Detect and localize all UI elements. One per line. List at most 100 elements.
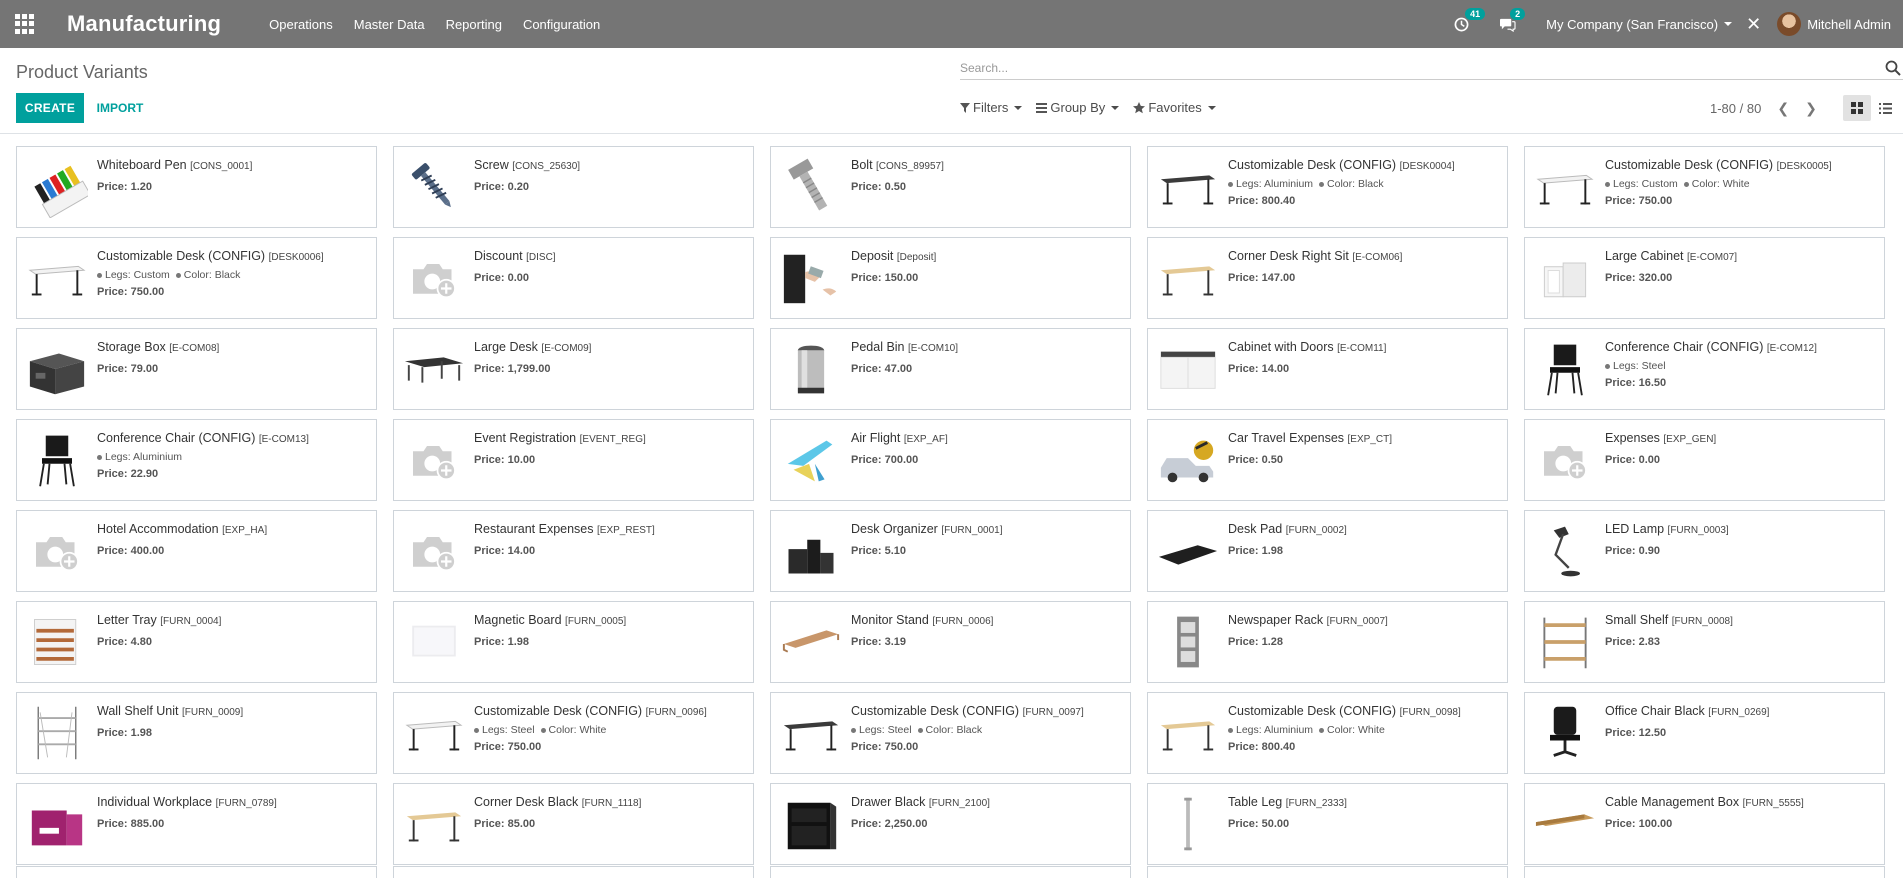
- apps-menu-icon[interactable]: [15, 14, 35, 34]
- product-title: Deposit [Deposit]: [851, 248, 1122, 266]
- product-card[interactable]: Office Chair Black [FURN_0269] Price: 12.…: [1524, 692, 1885, 774]
- product-name: Newspaper Rack: [1228, 613, 1324, 627]
- placeholder-icon: [1533, 428, 1597, 492]
- shelf-icon: [1533, 610, 1597, 674]
- product-card[interactable]: Newspaper Rack [FURN_0007] Price: 1.28: [1147, 601, 1508, 683]
- pager-value[interactable]: 1-80 / 80: [1710, 101, 1761, 116]
- product-card[interactable]: Small Shelf [FURN_0008] Price: 2.83: [1524, 601, 1885, 683]
- product-reference: [FURN_0098]: [1399, 707, 1461, 718]
- product-card[interactable]: Individual Workplace [FURN_0789] Price: 8…: [16, 783, 377, 865]
- product-card[interactable]: Customizable Desk (CONFIG) [DESK0006] Leg…: [16, 237, 377, 319]
- product-card[interactable]: Drawer Black [FURN_2100] Price: 2,250.00: [770, 783, 1131, 865]
- product-attributes: Legs: Steel Color: Black: [851, 724, 1122, 737]
- product-title: Bolt [CONS_89957]: [851, 157, 1122, 175]
- product-card[interactable]: Monitor Stand [FURN_0006] Price: 3.19: [770, 601, 1131, 683]
- product-title: Corner Desk Black [FURN_1118]: [474, 794, 745, 812]
- kanban-card-partial[interactable]: [393, 866, 754, 878]
- product-reference: [Deposit]: [896, 252, 937, 263]
- card-body: Customizable Desk (CONFIG) [DESK0005] Leg…: [1605, 155, 1876, 219]
- product-card[interactable]: Table Leg [FURN_2333] Price: 50.00: [1147, 783, 1508, 865]
- product-card[interactable]: Restaurant Expenses [EXP_REST] Price: 14.…: [393, 510, 754, 592]
- product-card[interactable]: Customizable Desk (CONFIG) [FURN_0096] Le…: [393, 692, 754, 774]
- product-card[interactable]: Air Flight [EXP_AF] Price: 700.00: [770, 419, 1131, 501]
- product-card[interactable]: Corner Desk Black [FURN_1118] Price: 85.0…: [393, 783, 754, 865]
- product-card[interactable]: Deposit [Deposit] Price: 150.00: [770, 237, 1131, 319]
- card-body: Cable Management Box [FURN_5555] Price: 1…: [1605, 792, 1876, 856]
- search-input[interactable]: [960, 58, 1880, 78]
- company-switcher[interactable]: My Company (San Francisco): [1546, 17, 1733, 32]
- filters-button[interactable]: Filters: [960, 100, 1023, 115]
- product-card[interactable]: Customizable Desk (CONFIG) [FURN_0097] Le…: [770, 692, 1131, 774]
- breadcrumb: Product Variants: [16, 62, 148, 82]
- product-reference: [FURN_0007]: [1326, 616, 1388, 627]
- product-card[interactable]: Cabinet with Doors [E-COM11] Price: 14.00: [1147, 328, 1508, 410]
- kanban-card-partial[interactable]: [1524, 866, 1885, 878]
- chevron-right-icon[interactable]: ❯: [1805, 100, 1817, 117]
- product-card[interactable]: Hotel Accommodation [EXP_HA] Price: 400.0…: [16, 510, 377, 592]
- product-reference: [FURN_0269]: [1708, 707, 1770, 718]
- create-button[interactable]: CREATE: [16, 93, 84, 123]
- favorites-button[interactable]: Favorites: [1133, 100, 1216, 115]
- product-price: Price: 700.00: [851, 454, 919, 466]
- product-card[interactable]: Letter Tray [FURN_0004] Price: 4.80: [16, 601, 377, 683]
- groupby-button[interactable]: Group By: [1036, 100, 1120, 115]
- product-card[interactable]: LED Lamp [FURN_0003] Price: 0.90: [1524, 510, 1885, 592]
- product-card[interactable]: Conference Chair (CONFIG) [E-COM12] Legs:…: [1524, 328, 1885, 410]
- bullet-icon: [97, 454, 102, 460]
- product-price: Price: 800.40: [1228, 195, 1296, 207]
- kanban-view-button[interactable]: [1843, 95, 1871, 121]
- kanban-card-partial[interactable]: [1147, 866, 1508, 878]
- user-name[interactable]: Mitchell Admin: [1807, 17, 1891, 32]
- user-avatar[interactable]: [1777, 12, 1802, 36]
- product-card[interactable]: Large Cabinet [E-COM07] Price: 320.00: [1524, 237, 1885, 319]
- list-view-button[interactable]: [1871, 95, 1899, 121]
- product-card[interactable]: Desk Pad [FURN_0002] Price: 1.98: [1147, 510, 1508, 592]
- product-reference: [E-COM07]: [1687, 252, 1738, 263]
- lamp-icon: [1533, 519, 1597, 583]
- product-card[interactable]: Discount [DISC] Price: 0.00: [393, 237, 754, 319]
- product-card[interactable]: Bolt [CONS_89957] Price: 0.50: [770, 146, 1131, 228]
- product-name: Event Registration: [474, 431, 577, 445]
- filter-icon: [960, 102, 970, 113]
- product-card[interactable]: Corner Desk Right Sit [E-COM06] Price: 14…: [1147, 237, 1508, 319]
- product-card[interactable]: Wall Shelf Unit [FURN_0009] Price: 1.98: [16, 692, 377, 774]
- product-card[interactable]: Storage Box [E-COM08] Price: 79.00: [16, 328, 377, 410]
- product-card[interactable]: Pedal Bin [E-COM10] Price: 47.00: [770, 328, 1131, 410]
- product-card[interactable]: Customizable Desk (CONFIG) [DESK0005] Leg…: [1524, 146, 1885, 228]
- chevron-left-icon[interactable]: ❮: [1777, 100, 1789, 117]
- app-title[interactable]: Manufacturing: [67, 11, 221, 37]
- newspaper-rack-icon: [1156, 610, 1220, 674]
- menu-operations[interactable]: Operations: [269, 17, 333, 32]
- product-card[interactable]: Cable Management Box [FURN_5555] Price: 1…: [1524, 783, 1885, 865]
- product-card[interactable]: Large Desk [E-COM09] Price: 1,799.00: [393, 328, 754, 410]
- search-icon[interactable]: [1885, 60, 1901, 76]
- attribute-value: Legs: Custom: [97, 269, 170, 281]
- product-card[interactable]: Whiteboard Pen [CONS_0001] Price: 1.20: [16, 146, 377, 228]
- kanban-card-partial[interactable]: [770, 866, 1131, 878]
- product-card[interactable]: Desk Organizer [FURN_0001] Price: 5.10: [770, 510, 1131, 592]
- star-icon: [1133, 101, 1146, 113]
- product-card[interactable]: Screw [CONS_25630] Price: 0.20: [393, 146, 754, 228]
- product-card[interactable]: Expenses [EXP_GEN] Price: 0.00: [1524, 419, 1885, 501]
- product-name: LED Lamp: [1605, 522, 1665, 536]
- messages-button[interactable]: 2: [1499, 7, 1526, 32]
- product-card[interactable]: Customizable Desk (CONFIG) [FURN_0098] Le…: [1147, 692, 1508, 774]
- product-price: Price: 1.98: [97, 727, 153, 739]
- product-title: Car Travel Expenses [EXP_CT]: [1228, 430, 1499, 448]
- kanban-card-partial[interactable]: [16, 866, 377, 878]
- product-card[interactable]: Magnetic Board [FURN_0005] Price: 1.98: [393, 601, 754, 683]
- import-button[interactable]: IMPORT: [88, 93, 152, 123]
- card-body: Desk Organizer [FURN_0001] Price: 5.10: [851, 519, 1122, 583]
- large-desk-icon: [402, 337, 466, 401]
- close-icon[interactable]: ✕: [1746, 14, 1761, 35]
- product-card[interactable]: Event Registration [EVENT_REG] Price: 10.…: [393, 419, 754, 501]
- product-attributes: Legs: Custom Color: White: [1605, 178, 1876, 191]
- product-card[interactable]: Car Travel Expenses [EXP_CT] Price: 0.50: [1147, 419, 1508, 501]
- product-card[interactable]: Conference Chair (CONFIG) [E-COM13] Legs:…: [16, 419, 377, 501]
- product-reference: [FURN_2333]: [1285, 798, 1347, 809]
- menu-reporting[interactable]: Reporting: [446, 17, 502, 32]
- activity-button[interactable]: 41: [1454, 7, 1486, 32]
- product-card[interactable]: Customizable Desk (CONFIG) [DESK0004] Leg…: [1147, 146, 1508, 228]
- menu-configuration[interactable]: Configuration: [523, 17, 600, 32]
- menu-master-data[interactable]: Master Data: [354, 17, 425, 32]
